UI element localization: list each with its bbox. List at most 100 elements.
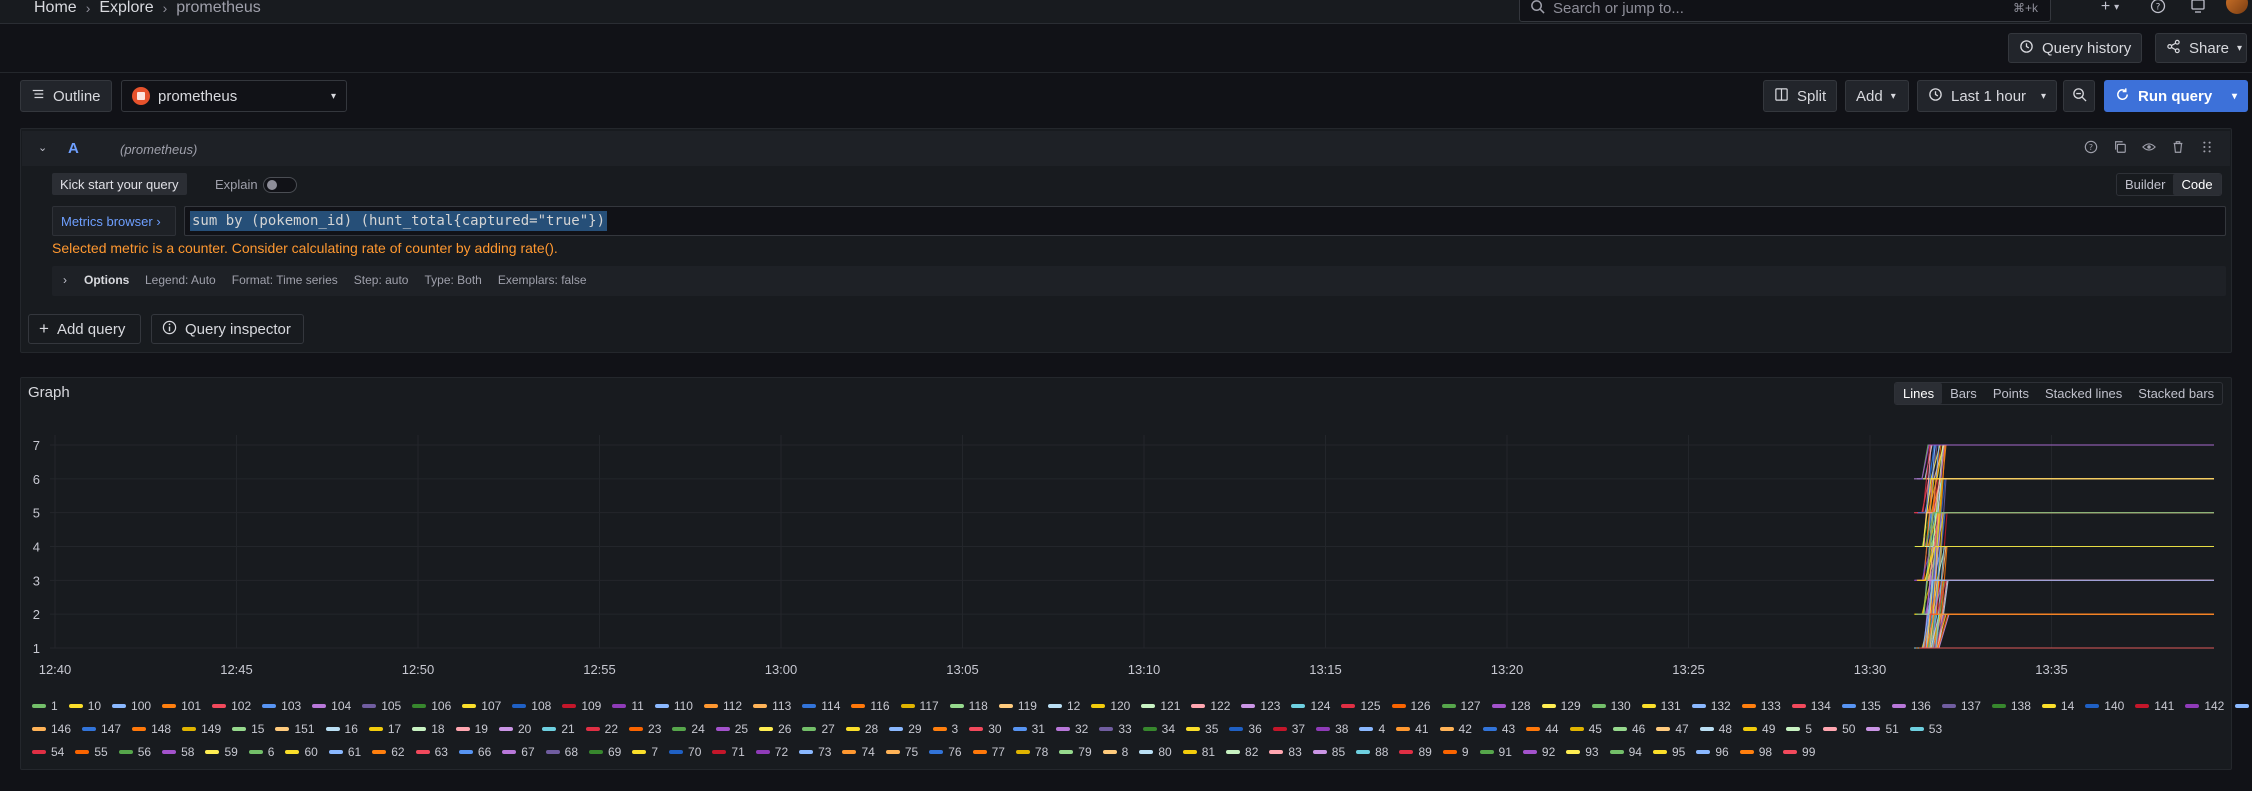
legend-item[interactable]: 147	[82, 722, 121, 736]
legend-item[interactable]: 116	[851, 699, 890, 713]
legend-item[interactable]: 82	[1226, 745, 1258, 759]
legend-item[interactable]: 113	[753, 699, 791, 713]
query-expression[interactable]: sum by (pokemon_id) (hunt_total{captured…	[190, 211, 608, 231]
legend-item[interactable]: 5	[1786, 722, 1812, 736]
search-bar[interactable]: Search or jump to... ⌘+k	[1519, 0, 2051, 22]
legend-item[interactable]: 132	[1691, 699, 1731, 713]
legend-item[interactable]: 75	[885, 745, 918, 759]
legend-item[interactable]: 133	[1741, 699, 1781, 713]
legend-item[interactable]: 91	[1479, 745, 1512, 759]
breadcrumb-home[interactable]: Home	[34, 0, 77, 17]
legend-item[interactable]: 23	[629, 722, 661, 736]
legend-item[interactable]: 129	[1541, 699, 1581, 713]
legend-item[interactable]: 141	[2135, 699, 2174, 713]
drag-handle-icon[interactable]	[2200, 140, 2214, 158]
legend-item[interactable]: 58	[162, 745, 194, 759]
share-button[interactable]: Share ▾	[2155, 33, 2247, 63]
legend-item[interactable]: 1	[32, 699, 58, 713]
legend-item[interactable]: 128	[1491, 699, 1531, 713]
legend-item[interactable]: 15	[232, 722, 264, 736]
legend-item[interactable]: 146	[32, 722, 71, 736]
legend-item[interactable]: 48	[1699, 722, 1732, 736]
help-icon[interactable]: ?	[2148, 0, 2168, 16]
legend-item[interactable]: 118	[949, 699, 988, 713]
legend-item[interactable]: 41	[1396, 722, 1429, 736]
legend-item[interactable]: 117	[900, 699, 939, 713]
legend-item[interactable]: 131	[1641, 699, 1681, 713]
legend-item[interactable]: 85	[1312, 745, 1345, 759]
legend-item[interactable]: 110	[654, 699, 693, 713]
legend-item[interactable]: 69	[589, 745, 621, 759]
legend-item[interactable]: 135	[1841, 699, 1881, 713]
legend-item[interactable]: 70	[669, 745, 701, 759]
legend-item[interactable]: 143	[2235, 699, 2252, 713]
datasource-picker[interactable]: prometheus ▾	[121, 80, 347, 112]
legend-item[interactable]: 16	[325, 722, 358, 736]
legend-item[interactable]: 6	[248, 745, 274, 759]
add-dropdown-button[interactable]: Add ▾	[1845, 80, 1909, 112]
legend-item[interactable]: 9	[1442, 745, 1469, 759]
time-range-picker[interactable]: Last 1 hour ▾	[1917, 80, 2057, 112]
legend-item[interactable]: 53	[1909, 722, 1942, 736]
legend-item[interactable]: 66	[458, 745, 491, 759]
legend-item[interactable]: 98	[1739, 745, 1772, 759]
legend-item[interactable]: 100	[112, 699, 151, 713]
collapse-chevron-icon[interactable]: ⌄	[38, 141, 47, 154]
legend-item[interactable]: 63	[415, 745, 448, 759]
legend-item[interactable]: 106	[412, 699, 451, 713]
legend-item[interactable]: 99	[1783, 745, 1815, 759]
legend-item[interactable]: 28	[845, 722, 878, 736]
legend-item[interactable]: 148	[132, 722, 171, 736]
legend-item[interactable]: 31	[1012, 722, 1045, 736]
help-icon[interactable]: ?	[2084, 140, 2098, 158]
legend-item[interactable]: 18	[412, 722, 445, 736]
breadcrumb-explore[interactable]: Explore	[99, 0, 153, 17]
explain-toggle[interactable]	[263, 177, 297, 193]
legend-item[interactable]: 42	[1439, 722, 1472, 736]
query-history-button[interactable]: Query history	[2008, 33, 2143, 63]
legend-item[interactable]: 45	[1569, 722, 1602, 736]
legend-item[interactable]: 151	[275, 722, 315, 736]
legend-item[interactable]: 35	[1186, 722, 1218, 736]
legend-item[interactable]: 149	[182, 722, 221, 736]
legend-item[interactable]: 34	[1142, 722, 1175, 736]
legend-item[interactable]: 56	[118, 745, 151, 759]
view-mode-stacked-lines[interactable]: Stacked lines	[2037, 383, 2130, 404]
legend-item[interactable]: 130	[1591, 699, 1631, 713]
kick-start-button[interactable]: Kick start your query	[52, 173, 187, 195]
legend-item[interactable]: 21	[542, 722, 575, 736]
legend-item[interactable]: 105	[362, 699, 401, 713]
legend-item[interactable]: 101	[162, 699, 201, 713]
legend-item[interactable]: 122	[1191, 699, 1230, 713]
legend-item[interactable]: 17	[368, 722, 401, 736]
legend-item[interactable]: 67	[502, 745, 535, 759]
legend-item[interactable]: 36	[1229, 722, 1262, 736]
legend-item[interactable]: 14	[2041, 699, 2074, 713]
legend-item[interactable]: 107	[462, 699, 501, 713]
legend-item[interactable]: 26	[759, 722, 791, 736]
legend-item[interactable]: 134	[1791, 699, 1831, 713]
legend-item[interactable]: 74	[842, 745, 875, 759]
legend-item[interactable]: 108	[512, 699, 551, 713]
legend-item[interactable]: 138	[1991, 699, 2031, 713]
legend-item[interactable]: 46	[1612, 722, 1645, 736]
legend-item[interactable]: 109	[562, 699, 601, 713]
eye-icon[interactable]	[2142, 140, 2156, 158]
legend-item[interactable]: 7	[632, 745, 658, 759]
legend-item[interactable]: 124	[1291, 699, 1330, 713]
legend-item[interactable]: 125	[1341, 699, 1381, 713]
legend-item[interactable]: 8	[1102, 745, 1128, 759]
legend-item[interactable]: 55	[75, 745, 108, 759]
news-icon[interactable]	[2188, 0, 2208, 16]
legend-item[interactable]: 76	[929, 745, 962, 759]
legend-item[interactable]: 29	[889, 722, 922, 736]
legend-item[interactable]: 140	[2085, 699, 2124, 713]
mode-code[interactable]: Code	[2173, 174, 2221, 195]
split-button[interactable]: Split	[1763, 80, 1837, 112]
legend-item[interactable]: 47	[1656, 722, 1689, 736]
legend-item[interactable]: 24	[672, 722, 705, 736]
legend-item[interactable]: 32	[1055, 722, 1088, 736]
legend-item[interactable]: 127	[1441, 699, 1481, 713]
query-ref-id[interactable]: A	[68, 140, 79, 157]
legend-item[interactable]: 142	[2185, 699, 2224, 713]
